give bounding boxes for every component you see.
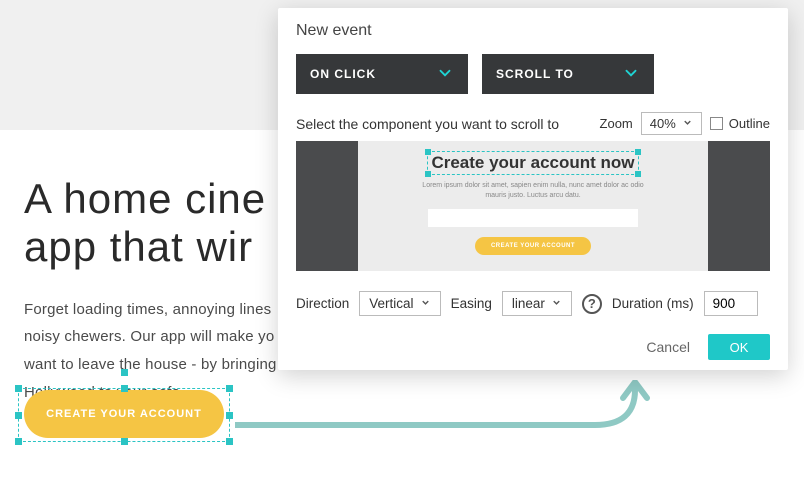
checkbox-icon[interactable] bbox=[710, 117, 723, 130]
chevron-down-icon bbox=[420, 296, 431, 311]
outline-checkbox[interactable]: Outline bbox=[710, 116, 770, 131]
resize-handle-icon bbox=[635, 171, 641, 177]
resize-handle-icon bbox=[425, 149, 431, 155]
trigger-select[interactable]: ON CLICK bbox=[296, 54, 468, 94]
action-select[interactable]: SCROLL TO bbox=[482, 54, 654, 94]
instruction-text: Select the component you want to scroll … bbox=[296, 116, 559, 132]
chevron-down-icon bbox=[682, 116, 693, 131]
trigger-select-label: ON CLICK bbox=[310, 67, 376, 81]
preview-lorem: Lorem ipsum dolor sit amet, sapien enim … bbox=[418, 181, 648, 201]
help-icon[interactable]: ? bbox=[582, 294, 602, 314]
chevron-down-icon bbox=[622, 64, 640, 85]
selection-outline bbox=[427, 151, 638, 175]
preview-canvas[interactable]: Create your account now Lorem ipsum dolo… bbox=[296, 141, 770, 271]
hero-title-line1: A home cine bbox=[24, 175, 266, 222]
create-account-button[interactable]: CREATE YOUR ACCOUNT bbox=[24, 390, 224, 438]
direction-label: Direction bbox=[296, 296, 349, 311]
easing-select[interactable]: linear bbox=[502, 291, 572, 316]
direction-select[interactable]: Vertical bbox=[359, 291, 440, 316]
chevron-down-icon bbox=[436, 64, 454, 85]
cancel-button[interactable]: Cancel bbox=[646, 339, 690, 355]
resize-handle-icon bbox=[635, 149, 641, 155]
preview-side-right bbox=[708, 141, 770, 271]
preview-target-selected[interactable]: Create your account now bbox=[427, 151, 638, 175]
preview-cta-button: CREATE YOUR ACCOUNT bbox=[475, 237, 591, 255]
hero-title-line2: app that wir bbox=[24, 223, 253, 270]
zoom-label: Zoom bbox=[600, 116, 633, 131]
direction-value: Vertical bbox=[369, 296, 413, 311]
zoom-value: 40% bbox=[650, 116, 676, 131]
preview-side-left bbox=[296, 141, 358, 271]
easing-label: Easing bbox=[451, 296, 492, 311]
chevron-down-icon bbox=[551, 296, 562, 311]
duration-label: Duration (ms) bbox=[612, 296, 694, 311]
outline-label: Outline bbox=[729, 116, 770, 131]
duration-input[interactable] bbox=[704, 291, 758, 316]
action-select-label: SCROLL TO bbox=[496, 67, 574, 81]
zoom-select[interactable]: 40% bbox=[641, 112, 702, 135]
preview-input bbox=[428, 209, 638, 227]
ok-button[interactable]: OK bbox=[708, 334, 770, 360]
easing-value: linear bbox=[512, 296, 545, 311]
resize-handle-icon bbox=[425, 171, 431, 177]
event-modal: New event ON CLICK SCROLL TO Select the … bbox=[278, 8, 788, 370]
modal-title: New event bbox=[296, 22, 770, 40]
cta-button-selected[interactable]: CREATE YOUR ACCOUNT bbox=[24, 390, 224, 440]
